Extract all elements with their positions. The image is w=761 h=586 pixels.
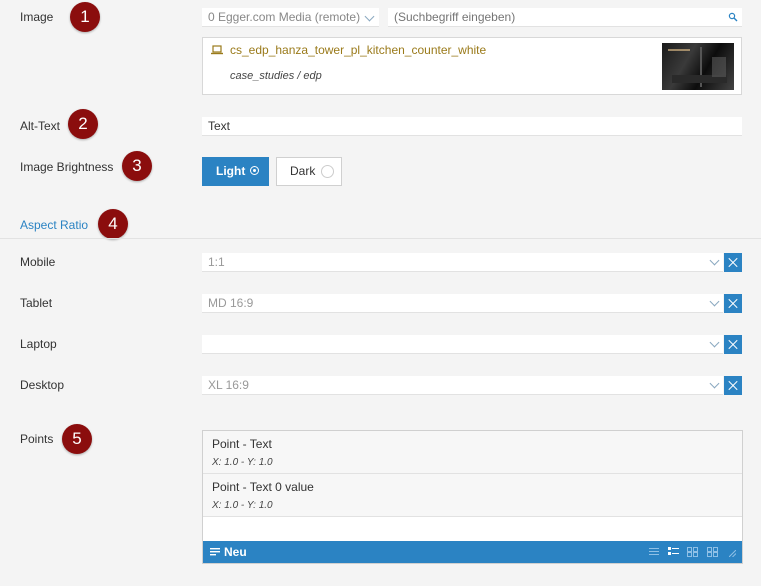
point-title: Point - Text (212, 437, 272, 451)
resize-handle-icon[interactable] (729, 550, 736, 557)
image-label: Image (20, 10, 54, 24)
tile-view-icon[interactable] (707, 547, 718, 557)
selected-image-card[interactable]: cs_edp_hanza_tower_pl_kitchen_counter_wh… (202, 37, 742, 95)
mobile-aspect-select[interactable]: 1:1 (202, 253, 723, 272)
list-view-icon[interactable] (649, 548, 659, 556)
tablet-aspect-select[interactable]: MD 16:9 (202, 294, 723, 313)
badge-1: 1 (70, 2, 100, 32)
point-coords: X: 1.0 - Y: 1.0 (212, 457, 273, 468)
brightness-dark-label: Dark (290, 164, 316, 178)
tablet-aspect-value: MD 16:9 (208, 296, 254, 310)
mobile-label: Mobile (20, 255, 56, 269)
mobile-clear-close-icon[interactable] (724, 253, 742, 272)
brightness-dark-option[interactable]: Dark (276, 157, 342, 186)
desktop-label: Desktop (20, 378, 65, 392)
list-item[interactable]: Point - Text 0 value X: 1.0 - Y: 1.0 (203, 474, 742, 517)
media-source-value: 0 Egger.com Media (remote) (208, 10, 361, 24)
points-list: Point - Text X: 1.0 - Y: 1.0 Point - Tex… (202, 430, 743, 564)
brightness-light-option[interactable]: Light (202, 157, 269, 186)
new-point-button[interactable]: Neu (224, 545, 247, 559)
laptop-icon (211, 45, 223, 55)
alt-text-input[interactable] (202, 117, 742, 136)
point-coords: X: 1.0 - Y: 1.0 (212, 500, 273, 511)
tablet-label: Tablet (20, 296, 53, 310)
laptop-aspect-select[interactable] (202, 335, 723, 354)
mobile-aspect-value: 1:1 (208, 255, 225, 269)
point-title: Point - Text 0 value (212, 480, 314, 494)
aspect-ratio-title: Aspect Ratio (20, 218, 89, 232)
desktop-clear-close-icon[interactable] (724, 376, 742, 395)
image-file-name[interactable]: cs_edp_hanza_tower_pl_kitchen_counter_wh… (230, 43, 486, 57)
image-brightness-label: Image Brightness (20, 160, 114, 174)
alt-text-label: Alt-Text (20, 119, 61, 133)
list-item[interactable]: Point - Text X: 1.0 - Y: 1.0 (203, 431, 742, 474)
radio-checked-icon (250, 166, 259, 175)
radio-unchecked-icon (321, 165, 334, 178)
brightness-light-label: Light (216, 164, 246, 178)
media-source-select[interactable]: 0 Egger.com Media (remote) (202, 8, 379, 27)
desktop-aspect-value: XL 16:9 (208, 378, 249, 392)
laptop-clear-close-icon[interactable] (724, 335, 742, 354)
divider (0, 238, 761, 239)
list-add-icon (210, 548, 220, 556)
image-thumbnail (662, 43, 734, 90)
badge-2: 2 (68, 109, 98, 139)
points-toolbar: Neu (203, 541, 742, 563)
tablet-clear-close-icon[interactable] (724, 294, 742, 313)
search-icon[interactable] (728, 12, 738, 22)
badge-4: 4 (98, 209, 128, 239)
detail-view-icon[interactable] (668, 547, 679, 557)
grid-view-icon[interactable] (687, 547, 698, 557)
points-label: Points (20, 432, 54, 446)
desktop-aspect-select[interactable]: XL 16:9 (202, 376, 723, 395)
badge-3: 3 (122, 151, 152, 181)
media-search-input[interactable] (388, 8, 742, 27)
badge-5: 5 (62, 424, 92, 454)
image-file-path: case_studies / edp (230, 70, 322, 82)
laptop-label: Laptop (20, 337, 57, 351)
